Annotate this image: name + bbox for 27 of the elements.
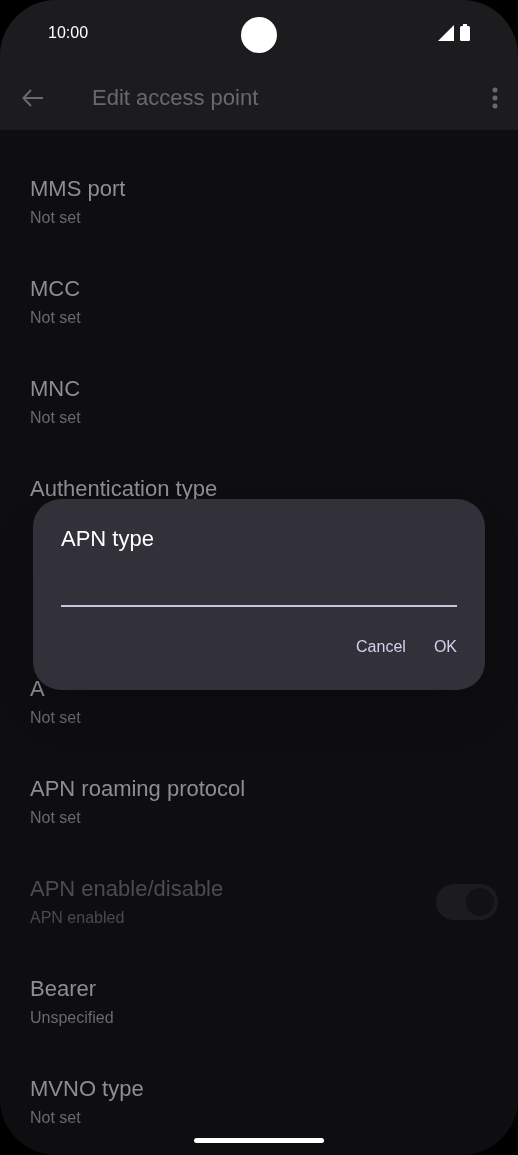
setting-title: Bearer	[30, 975, 97, 1003]
setting-summary: Not set	[30, 708, 81, 728]
dialog-button[interactable]: Cancel	[344, 629, 418, 665]
setting-summary: Not set	[30, 208, 81, 228]
setting-title: MNC	[30, 375, 81, 403]
setting-summary: Unspecified	[30, 1008, 114, 1028]
setting-title: MMS port	[30, 175, 126, 203]
dialog-button[interactable]: OK	[421, 629, 469, 665]
status-time: 10:00	[48, 22, 89, 43]
setting-summary: Not set	[30, 808, 81, 828]
signal-icon	[438, 24, 454, 41]
setting-summary: Not set	[30, 308, 81, 328]
setting-title: APN enable/disable	[30, 875, 224, 903]
setting-title: MVNO type	[30, 1075, 144, 1103]
setting-title: MCC	[30, 275, 81, 303]
setting-summary: Not set	[30, 408, 81, 428]
more-options-icon[interactable]	[492, 86, 498, 109]
setting-title: APN roaming protocol	[30, 775, 246, 803]
setting-summary: APN enabled	[30, 908, 125, 928]
setting-title: A	[30, 675, 45, 703]
back-arrow-icon[interactable]	[22, 88, 44, 107]
setting-title: Authentication type	[30, 475, 218, 503]
battery-icon	[460, 24, 470, 41]
setting-summary: Not set	[30, 1108, 81, 1128]
app-bar-title: Edit access point	[92, 84, 259, 112]
dialog-title: APN type	[61, 525, 155, 553]
camera-cutout-icon	[241, 17, 277, 53]
